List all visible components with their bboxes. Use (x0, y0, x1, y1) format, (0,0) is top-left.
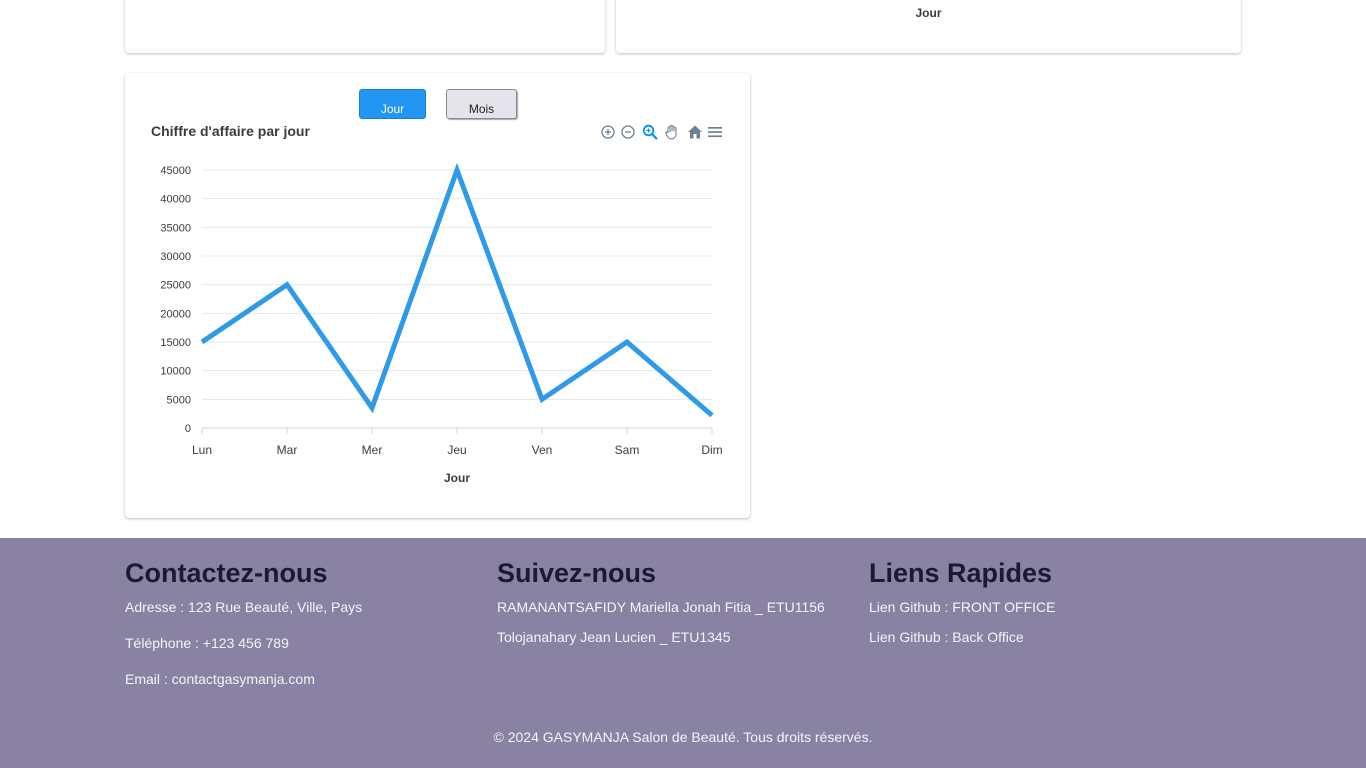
follow-author-2: Tolojanahary Jean Lucien _ ETU1345 (497, 629, 731, 645)
y-tick-label: 15000 (160, 337, 191, 349)
x-tick-label: Mar (277, 443, 298, 457)
y-tick-label: 25000 (160, 280, 191, 292)
home-icon[interactable] (686, 123, 704, 141)
links-heading: Liens Rapides (869, 558, 1053, 588)
y-tick-label: 40000 (160, 194, 191, 206)
footer-follow-section: Suivez-nous RAMANANTSAFIDY Mariella Jona… (497, 558, 825, 659)
zoom-in-icon[interactable] (599, 123, 617, 141)
x-axis-title: Jour (915, 6, 942, 20)
x-tick-label: Sam (615, 443, 640, 457)
contact-address: Adresse : 123 Rue Beauté, Ville, Pays (125, 599, 363, 615)
zoom-out-icon[interactable] (619, 123, 637, 141)
x-tick-label: Dim (701, 443, 722, 457)
contact-heading: Contactez-nous (125, 558, 328, 588)
daily-revenue-chart-card: Jour Mois Chiffre d'affaire par jour 0 50… (125, 73, 750, 518)
x-axis-title: Jour (444, 471, 470, 485)
x-axis-labels: Lun Mar Mer Jeu Ven Sam Dim (192, 428, 723, 457)
y-tick-label: 20000 (160, 308, 191, 320)
contact-phone: Téléphone : +123 456 789 (125, 635, 289, 651)
x-tick-label: Ven (532, 443, 553, 457)
footer-links-section: Liens Rapides Lien Github : FRONT OFFICE… (869, 558, 1055, 659)
y-tick-label: 30000 (160, 251, 191, 263)
y-tick-label: 35000 (160, 222, 191, 234)
x-tick-label: Jeu (447, 443, 466, 457)
chart-grid (202, 169, 712, 429)
top-right-card: Jour (616, 0, 1241, 53)
x-tick-label: Lun (192, 443, 212, 457)
link-front-office[interactable]: Lien Github : FRONT OFFICE (869, 599, 1055, 615)
y-tick-label: 10000 (160, 366, 191, 378)
chart-series (200, 162, 714, 418)
y-tick-label: 5000 (167, 394, 191, 406)
y-tick-label: 45000 (160, 165, 191, 177)
y-tick-label: 0 (185, 423, 191, 435)
zoom-select-icon[interactable] (641, 123, 659, 141)
site-footer: Contactez-nous Adresse : 123 Rue Beauté,… (0, 538, 1366, 768)
chart-title: Chiffre d'affaire par jour (151, 123, 310, 139)
menu-icon[interactable] (706, 123, 724, 141)
follow-author-1: RAMANANTSAFIDY Mariella Jonah Fitia _ ET… (497, 599, 825, 615)
top-left-card (125, 0, 605, 53)
copyright-notice: © 2024 GASYMANJA Salon de Beauté. Tous d… (493, 729, 873, 745)
x-tick-label: Mer (362, 443, 383, 457)
contact-email: Email : contactgasymanja.com (125, 671, 315, 687)
link-back-office[interactable]: Lien Github : Back Office (869, 629, 1055, 645)
pan-hand-icon[interactable] (663, 123, 681, 141)
y-axis-labels: 0 5000 10000 15000 20000 25000 30000 35000 40000… (160, 165, 191, 435)
series-line (200, 162, 714, 418)
footer-contact-section: Contactez-nous Adresse : 123 Rue Beauté,… (125, 558, 362, 707)
follow-heading: Suivez-nous (497, 558, 657, 588)
